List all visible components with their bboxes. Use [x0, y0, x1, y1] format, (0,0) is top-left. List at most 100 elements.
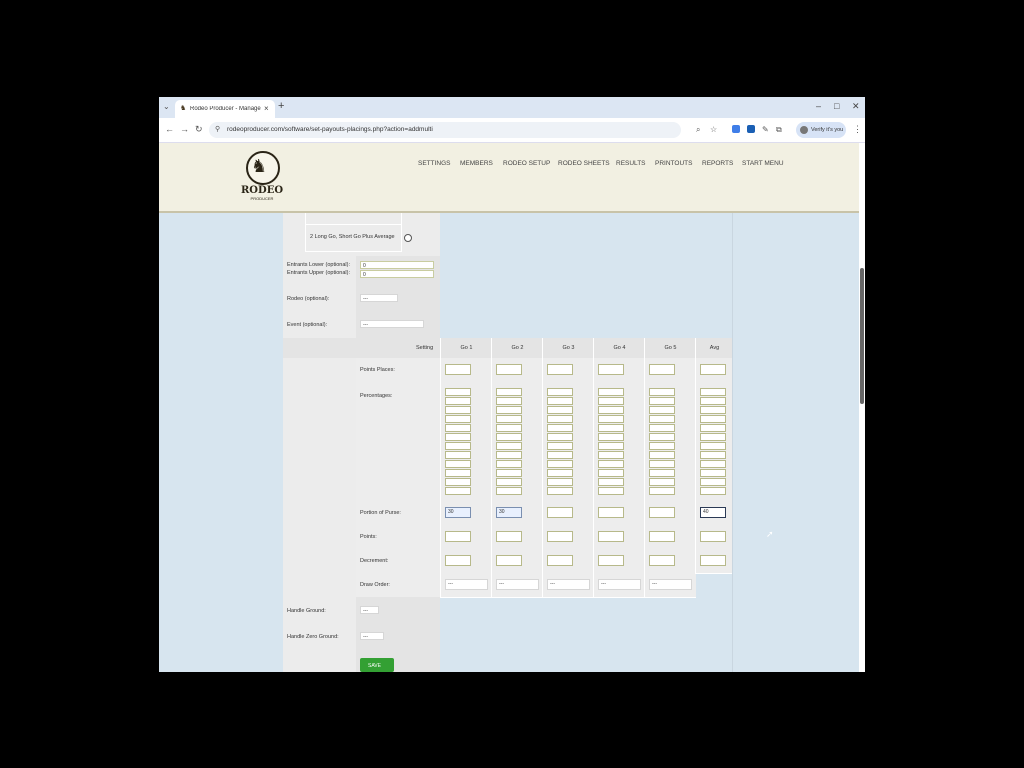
go-4-percentages-stack[interactable] — [598, 388, 624, 496]
nav-reports[interactable]: REPORTS — [702, 160, 733, 167]
go-1-decrement-input[interactable] — [445, 555, 471, 566]
nav-members[interactable]: MEMBERS — [460, 160, 493, 167]
minimize-button[interactable]: – — [816, 101, 821, 111]
go-5-points-places-input[interactable] — [649, 364, 675, 375]
percentage-input[interactable] — [496, 397, 522, 405]
avg-points-input[interactable] — [700, 531, 726, 542]
percentage-input[interactable] — [598, 415, 624, 423]
percentage-input[interactable] — [547, 460, 573, 468]
percentage-input[interactable] — [496, 415, 522, 423]
go-2-points-places-input[interactable] — [496, 364, 522, 375]
go-2-percentages-stack[interactable] — [496, 388, 522, 496]
percentage-input[interactable] — [445, 415, 471, 423]
percentage-input[interactable] — [496, 460, 522, 468]
percentage-input[interactable] — [649, 424, 675, 432]
go-4-decrement-input[interactable] — [598, 555, 624, 566]
percentage-input[interactable] — [598, 397, 624, 405]
percentage-input[interactable] — [496, 442, 522, 450]
percentage-input[interactable] — [649, 460, 675, 468]
go-1-percentages-stack[interactable] — [445, 388, 471, 496]
percentage-input[interactable] — [445, 397, 471, 405]
go-1-portion-input[interactable]: 30 — [445, 507, 471, 518]
go-5-decrement-input[interactable] — [649, 555, 675, 566]
percentage-input[interactable] — [547, 415, 573, 423]
percentage-input[interactable] — [496, 424, 522, 432]
percentage-input[interactable] — [598, 469, 624, 477]
avg-decrement-input[interactable] — [700, 555, 726, 566]
percentage-input[interactable] — [700, 388, 726, 396]
nav-start-menu[interactable]: START MENU — [742, 160, 784, 167]
nav-settings[interactable]: SETTINGS — [418, 160, 451, 167]
go-1-points-input[interactable] — [445, 531, 471, 542]
percentage-input[interactable] — [445, 451, 471, 459]
percentage-input[interactable] — [598, 487, 624, 495]
url-text[interactable]: rodeoproducer.com/software/set-payouts-p… — [227, 126, 433, 133]
percentage-input[interactable] — [700, 424, 726, 432]
go-2-decrement-input[interactable] — [496, 555, 522, 566]
percentage-input[interactable] — [598, 406, 624, 414]
percentage-input[interactable] — [445, 424, 471, 432]
forward-icon[interactable]: → — [180, 124, 189, 134]
rodeo-producer-logo[interactable]: ♞ RODEO PRODUCER — [241, 151, 283, 203]
percentage-input[interactable] — [547, 442, 573, 450]
extensions-puzzle-icon[interactable]: ⧉ — [776, 125, 782, 135]
percentage-input[interactable] — [445, 460, 471, 468]
percentage-input[interactable] — [700, 478, 726, 486]
go-3-portion-input[interactable] — [547, 507, 573, 518]
percentage-input[interactable] — [496, 478, 522, 486]
back-icon[interactable]: ← — [165, 124, 174, 134]
go-3-points-places-input[interactable] — [547, 364, 573, 375]
percentage-input[interactable] — [649, 451, 675, 459]
tab-search-icon[interactable]: ⌄ — [163, 102, 170, 111]
percentage-input[interactable] — [700, 487, 726, 495]
nav-printouts[interactable]: PRINTOUTS — [655, 160, 692, 167]
zoom-icon[interactable]: ⌕ — [696, 125, 700, 135]
extension-icon[interactable]: ✎ — [762, 125, 769, 134]
percentage-input[interactable] — [496, 388, 522, 396]
site-info-icon[interactable]: ⚲ — [215, 125, 220, 133]
percentage-input[interactable] — [700, 460, 726, 468]
percentage-input[interactable] — [649, 433, 675, 441]
percentage-input[interactable] — [700, 397, 726, 405]
browser-tab[interactable]: ♞ Rodeo Producer - Manage Pay × — [175, 100, 275, 118]
percentage-input[interactable] — [700, 442, 726, 450]
go-3-points-input[interactable] — [547, 531, 573, 542]
percentage-input[interactable] — [547, 451, 573, 459]
profile-verify-button[interactable]: Verify it's you — [796, 122, 846, 138]
percentage-input[interactable] — [649, 397, 675, 405]
percentage-input[interactable] — [649, 406, 675, 414]
go-1-draw-order-select[interactable]: --- — [445, 579, 488, 590]
percentage-input[interactable] — [445, 478, 471, 486]
percentage-input[interactable] — [547, 478, 573, 486]
handle-ground-select[interactable]: --- — [360, 606, 379, 614]
bookmark-star-icon[interactable]: ☆ — [710, 125, 717, 134]
rodeo-select[interactable]: --- — [360, 294, 398, 302]
extension-icon[interactable] — [747, 125, 755, 133]
percentage-input[interactable] — [649, 442, 675, 450]
percentage-input[interactable] — [700, 451, 726, 459]
nav-rodeo-sheets[interactable]: RODEO SHEETS — [558, 160, 610, 167]
go-2-portion-input[interactable]: 30 — [496, 507, 522, 518]
percentage-input[interactable] — [598, 433, 624, 441]
percentage-input[interactable] — [445, 442, 471, 450]
percentage-input[interactable] — [496, 487, 522, 495]
percentage-input[interactable] — [598, 460, 624, 468]
entrants-upper-input[interactable]: 0 — [360, 270, 434, 278]
percentage-input[interactable] — [445, 487, 471, 495]
avg-points-places-input[interactable] — [700, 364, 726, 375]
nav-rodeo-setup[interactable]: RODEO SETUP — [503, 160, 550, 167]
browser-menu-icon[interactable]: ⋮ — [853, 124, 862, 135]
percentage-input[interactable] — [700, 433, 726, 441]
tab-close-icon[interactable]: × — [264, 104, 269, 113]
nav-results[interactable]: RESULTS — [616, 160, 646, 167]
percentage-input[interactable] — [496, 469, 522, 477]
go-5-percentages-stack[interactable] — [649, 388, 675, 496]
percentage-input[interactable] — [649, 469, 675, 477]
percentage-input[interactable] — [700, 415, 726, 423]
percentage-input[interactable] — [547, 397, 573, 405]
percentage-input[interactable] — [445, 406, 471, 414]
percentage-input[interactable] — [547, 424, 573, 432]
percentage-input[interactable] — [496, 451, 522, 459]
percentage-input[interactable] — [649, 388, 675, 396]
percentage-input[interactable] — [547, 487, 573, 495]
